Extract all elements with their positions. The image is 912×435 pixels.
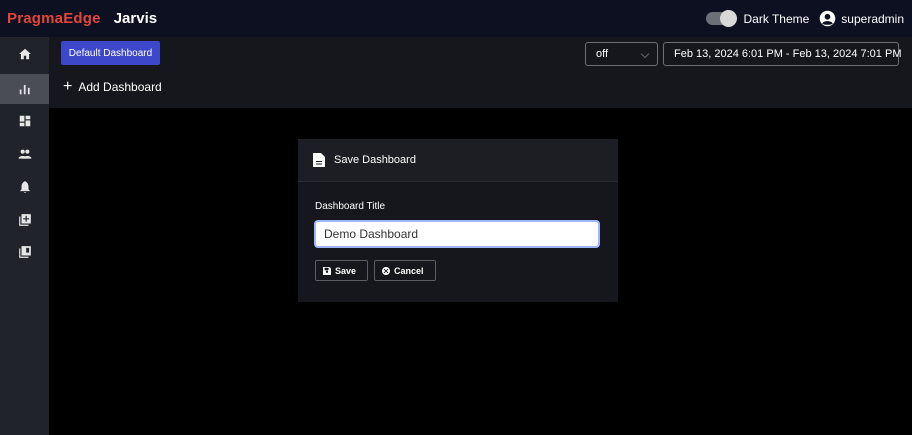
top-bar: PragmaEdge Jarvis Dark Theme superadmin <box>0 0 912 37</box>
cancel-label: Cancel <box>394 265 424 276</box>
user-name[interactable]: superadmin <box>841 12 904 26</box>
dashboard-icon <box>19 115 30 127</box>
toggle-knob <box>720 10 738 27</box>
document-icon <box>313 153 325 167</box>
plus-icon: + <box>63 78 73 95</box>
tab-default-dashboard[interactable]: Default Dashboard <box>61 41 160 65</box>
library-icon <box>18 246 31 258</box>
add-panel-icon <box>18 214 31 226</box>
sidebar <box>0 37 49 435</box>
save-icon <box>323 266 331 275</box>
dashboard-title-label: Dashboard Title <box>315 201 386 212</box>
sidebar-item-library[interactable] <box>0 237 49 267</box>
sidebar-item-add-panel[interactable] <box>0 205 49 235</box>
cancel-button[interactable]: Cancel <box>374 260 436 281</box>
sidebar-item-dashboards[interactable] <box>0 106 49 136</box>
dashboard-toolbar: Default Dashboard off Feb 13, 2024 6:01 … <box>49 37 912 70</box>
sidebar-item-analytics[interactable] <box>0 74 49 104</box>
users-icon <box>18 149 31 159</box>
theme-label: Dark Theme <box>743 11 810 26</box>
chevron-down-icon <box>640 49 650 59</box>
save-label: Save <box>335 265 357 276</box>
refresh-value: off <box>596 48 609 60</box>
sidebar-item-users[interactable] <box>0 139 49 169</box>
dark-theme-toggle[interactable] <box>706 10 738 27</box>
cancel-circle-icon <box>382 266 390 275</box>
add-dashboard-row: + Add Dashboard <box>49 70 912 108</box>
brand-logo[interactable]: PragmaEdge <box>7 10 101 27</box>
add-dashboard-label: Add Dashboard <box>78 80 162 94</box>
sidebar-item-home[interactable] <box>0 39 49 69</box>
app-name: Jarvis <box>113 10 158 27</box>
bar-chart-icon <box>19 84 30 95</box>
home-icon <box>18 48 31 60</box>
add-dashboard-button[interactable]: + Add Dashboard <box>63 79 162 95</box>
user-circle-icon[interactable] <box>819 10 836 27</box>
dialog-title: Save Dashboard <box>334 154 416 166</box>
date-range-picker[interactable]: Feb 13, 2024 6:01 PM - Feb 13, 2024 7:01… <box>663 42 901 66</box>
dialog-header: Save Dashboard <box>298 139 618 182</box>
save-button[interactable]: Save <box>315 260 368 281</box>
refresh-interval-select[interactable]: off <box>585 42 658 66</box>
dashboard-title-input[interactable] <box>314 220 600 248</box>
sidebar-item-alerts[interactable] <box>0 172 49 202</box>
save-dashboard-dialog: Save Dashboard Dashboard Title Save Canc… <box>298 139 618 302</box>
top-right-controls: Dark Theme superadmin <box>706 0 904 37</box>
alert-bell-icon <box>19 181 30 193</box>
